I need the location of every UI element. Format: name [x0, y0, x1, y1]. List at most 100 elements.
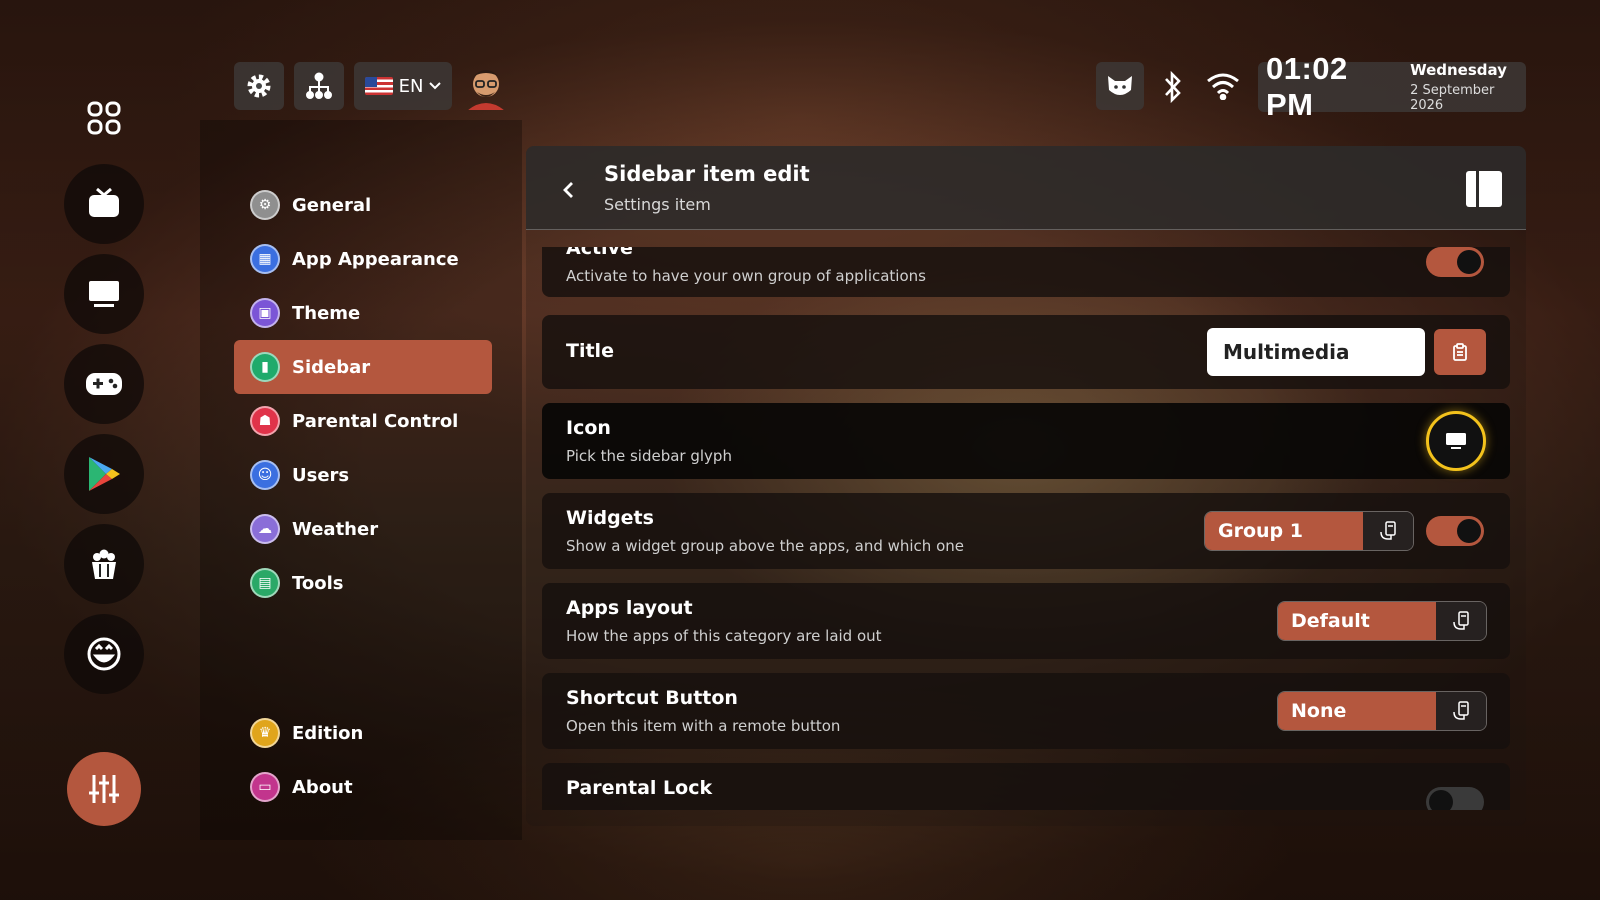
layout-toggle-icon[interactable]: [1465, 170, 1503, 208]
row-desc: Activate to have your own group of appli…: [566, 267, 926, 285]
row-desc: Show a widget group above the apps, and …: [566, 537, 964, 555]
panel-subtitle: Settings item: [604, 195, 711, 214]
row-label: Title: [566, 340, 614, 362]
popcorn-icon: [92, 549, 116, 579]
panel-title: Sidebar item edit: [604, 162, 810, 186]
settings-rows: Active Activate to have your own group o…: [526, 247, 1526, 810]
title-input[interactable]: Multimedia: [1207, 328, 1425, 376]
chevron-left-icon: [563, 182, 573, 198]
shortcut-select[interactable]: None: [1277, 691, 1487, 731]
monitor-icon: [89, 281, 119, 307]
weather-icon: ☁: [250, 514, 280, 544]
cat-icon: [1108, 76, 1132, 95]
play-store-icon: [89, 457, 120, 491]
nav-item-label: About: [292, 776, 353, 798]
row-label: Widgets: [566, 507, 654, 529]
nav-item-tools[interactable]: ▤ Tools: [234, 556, 492, 610]
theme-icon: ▣: [250, 298, 280, 328]
remote-select-button[interactable]: [1436, 692, 1486, 730]
nav-item-label: Tools: [292, 572, 344, 594]
paste-button[interactable]: [1434, 329, 1486, 375]
row-desc: Pick the sidebar glyph: [566, 447, 732, 465]
network-tree-icon: [306, 72, 332, 99]
back-button[interactable]: [554, 176, 582, 204]
row-desc: Open this item with a remote button: [566, 717, 841, 735]
nav-item-label: Theme: [292, 302, 361, 324]
hand-remote-icon: [1453, 611, 1469, 630]
monitor-button[interactable]: [64, 254, 144, 334]
network-button[interactable]: [294, 62, 344, 110]
tools-icon: ▤: [250, 568, 280, 598]
users-icon: ☺: [250, 460, 280, 490]
language-selector[interactable]: EN: [354, 62, 452, 110]
nav-item-label: Weather: [292, 518, 379, 540]
app-appearance-icon: ▦: [250, 244, 280, 274]
nav-item-parental-control[interactable]: ☗ Parental Control: [234, 394, 492, 448]
remote-select-button[interactable]: [1363, 512, 1413, 550]
nav-item-label: Edition: [292, 722, 364, 744]
language-label: EN: [398, 75, 424, 97]
active-toggle[interactable]: [1426, 247, 1484, 277]
icon-picker-button[interactable]: [1426, 411, 1486, 471]
nav-item-app-appearance[interactable]: ▦ App Appearance: [234, 232, 492, 286]
row-active[interactable]: Active Activate to have your own group o…: [542, 247, 1510, 297]
user-avatar[interactable]: [464, 62, 508, 110]
row-apps-layout: Apps layout How the apps of this categor…: [542, 583, 1510, 659]
nav-item-label: Users: [292, 464, 350, 486]
apps-grid-button[interactable]: [64, 78, 144, 158]
nav-item-label: Sidebar: [292, 356, 371, 378]
row-title: Title Multimedia: [542, 315, 1510, 389]
tv-icon: [89, 187, 119, 217]
nav-item-weather[interactable]: ☁ Weather: [234, 502, 492, 556]
nav-item-theme[interactable]: ▣ Theme: [234, 286, 492, 340]
hand-remote-icon: [1453, 701, 1469, 720]
apps-layout-value: Default: [1278, 602, 1436, 640]
widgets-toggle[interactable]: [1426, 516, 1484, 546]
gear-icon: [247, 74, 271, 98]
settings-dock-button[interactable]: [67, 752, 141, 826]
us-flag-icon: [364, 77, 393, 95]
row-label: Parental Lock: [566, 777, 713, 799]
parental-lock-toggle[interactable]: [1426, 787, 1484, 810]
clipboard-icon: [1453, 343, 1467, 361]
clock-time: 01:02 PM: [1266, 51, 1348, 122]
settings-panel: Sidebar item edit Settings item Active A…: [526, 146, 1526, 826]
nav-item-general[interactable]: ⚙ General: [234, 178, 492, 232]
nav-item-users[interactable]: ☺ Users: [234, 448, 492, 502]
hand-remote-icon: [1380, 521, 1396, 540]
row-icon: Icon Pick the sidebar glyph: [542, 403, 1510, 479]
row-label: Shortcut Button: [566, 687, 738, 709]
wifi-icon: [1207, 73, 1239, 100]
play-store-button[interactable]: [64, 434, 144, 514]
nav-item-edition[interactable]: ♛ Edition: [234, 706, 492, 760]
games-button[interactable]: [64, 344, 144, 424]
chevron-down-icon: [429, 82, 442, 90]
remote-select-button[interactable]: [1436, 602, 1486, 640]
row-widgets: Widgets Show a widget group above the ap…: [542, 493, 1510, 569]
tv-button[interactable]: [64, 164, 144, 244]
shortcut-value: None: [1278, 692, 1436, 730]
nav-item-label: General: [292, 194, 372, 216]
cat-status-button[interactable]: [1096, 62, 1144, 110]
clock-date: 2 September 2026: [1410, 83, 1495, 113]
avatar-icon: [468, 70, 504, 110]
settings-button[interactable]: [234, 62, 284, 110]
bluetooth-icon: [1165, 70, 1181, 104]
about-icon: ▭: [250, 772, 280, 802]
nav-item-sidebar[interactable]: ▮ Sidebar: [234, 340, 492, 394]
panel-header: Sidebar item edit Settings item: [526, 146, 1526, 230]
emoji-button[interactable]: [64, 614, 144, 694]
nav-item-about[interactable]: ▭ About: [234, 760, 492, 814]
gamepad-icon: [86, 373, 122, 395]
general-icon: ⚙: [250, 190, 280, 220]
widget-group-select[interactable]: Group 1: [1204, 511, 1414, 551]
nav-item-label: App Appearance: [292, 248, 459, 270]
nav-item-label: Parental Control: [292, 410, 459, 432]
clock-day: Wednesday: [1410, 61, 1507, 79]
sliders-icon: [89, 775, 119, 803]
apps-layout-select[interactable]: Default: [1277, 601, 1487, 641]
row-label: Active: [566, 247, 633, 259]
popcorn-button[interactable]: [64, 524, 144, 604]
clock-widget: 01:02 PM Wednesday 2 September 2026: [1258, 51, 1526, 122]
apps-grid-icon: [87, 101, 121, 135]
